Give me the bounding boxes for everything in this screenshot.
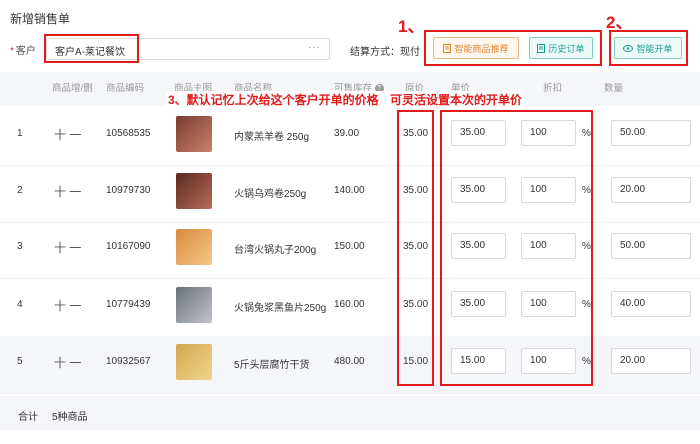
col-code: 商品编码 xyxy=(106,83,145,94)
stock-value: 140.00 xyxy=(334,185,365,196)
annotation-box-price-discount xyxy=(440,110,593,386)
row-index: 5 xyxy=(17,356,23,367)
table-row: 1十 一 10568535 内蒙羔羊卷 250g 39.00 35.00 35.00 100… xyxy=(0,108,700,166)
product-name: 5斤头层腐竹干货 xyxy=(234,360,310,371)
product-code: 10167090 xyxy=(106,241,151,252)
add-remove-controls[interactable]: 十 一 xyxy=(54,297,81,314)
quantity-input[interactable]: 40.00 xyxy=(611,291,691,317)
footer-count: 5种商品 xyxy=(52,412,88,423)
customer-label-text: 客户 xyxy=(15,46,36,57)
product-code: 10932567 xyxy=(106,356,151,367)
product-name: 内蒙羔羊卷 250g xyxy=(234,132,310,143)
quantity-input[interactable]: 50.00 xyxy=(611,233,691,259)
product-name: 火锅兔浆黑鱼片250g xyxy=(234,303,327,314)
stock-value: 160.00 xyxy=(334,299,365,310)
annotation-three-a: 3、默认记忆上次给这个客户开单的价格 xyxy=(168,93,379,107)
product-image xyxy=(176,344,212,380)
settlement-method: 结算方式：现付 xyxy=(350,47,420,58)
footer-total-label: 合计 xyxy=(18,412,38,423)
quantity-input[interactable]: 50.00 xyxy=(611,120,691,146)
stock-value: 480.00 xyxy=(334,356,365,367)
table-footer xyxy=(0,396,700,430)
product-name: 台湾火锅丸子200g xyxy=(234,245,317,256)
annotation-box-smart-open xyxy=(609,30,688,66)
table-row: 2十 一 10979730 火锅乌鸡卷250g 140.00 35.00 35.00 100… xyxy=(0,165,700,223)
annotation-box-orig-price xyxy=(397,110,434,386)
add-remove-controls[interactable]: 十 一 xyxy=(54,239,81,256)
product-name: 火锅乌鸡卷250g xyxy=(234,189,307,200)
col-discount: 折扣 xyxy=(543,83,563,94)
table-row: 4十 一 10779439 火锅兔浆黑鱼片250g 160.00 35.00 35.00 1… xyxy=(0,279,700,337)
annotation-box-buttons xyxy=(424,30,602,66)
row-index: 4 xyxy=(17,299,23,310)
stock-value: 150.00 xyxy=(334,241,365,252)
annotation-three-b: 可灵活设置本次的开单价 xyxy=(390,93,523,107)
ellipsis-icon[interactable]: ··· xyxy=(308,42,321,53)
product-image xyxy=(176,173,212,209)
add-remove-controls[interactable]: 十 一 xyxy=(54,183,81,200)
quantity-input[interactable]: 20.00 xyxy=(611,177,691,203)
required-mark: * xyxy=(10,46,14,57)
stock-value: 39.00 xyxy=(334,128,360,139)
table-row: 3十 一 10167090 台湾火锅丸子200g 150.00 35.00 35.00 10… xyxy=(0,221,700,279)
product-image xyxy=(176,229,212,265)
col-quantity: 数量 xyxy=(604,83,624,94)
product-code: 10979730 xyxy=(106,185,151,196)
product-image xyxy=(176,116,212,152)
annotation-box-customer xyxy=(44,34,139,63)
annotation-one: 1、 xyxy=(398,17,425,36)
add-remove-controls[interactable]: 十 一 xyxy=(54,354,81,371)
product-code: 10779439 xyxy=(106,299,151,310)
product-code: 10568535 xyxy=(106,128,151,139)
row-index: 3 xyxy=(17,241,23,252)
row-index: 1 xyxy=(17,128,23,139)
customer-label: * 客户 xyxy=(10,42,36,57)
col-add-del: 商品增/删 xyxy=(52,83,93,94)
product-image xyxy=(176,287,212,323)
annotation-two: 2、 xyxy=(606,13,633,32)
row-index: 2 xyxy=(17,185,23,196)
table-row: 5十 一 10932567 5斤头层腐竹干货 480.00 15.00 15.00 100%… xyxy=(0,336,700,394)
add-remove-controls[interactable]: 十 一 xyxy=(54,126,81,143)
annotation-three: 3、默认记忆上次给这个客户开单的价格 可灵活设置本次的开单价 xyxy=(166,91,525,108)
quantity-input[interactable]: 20.00 xyxy=(611,348,691,374)
page-title: 新增销售单 xyxy=(10,12,71,26)
